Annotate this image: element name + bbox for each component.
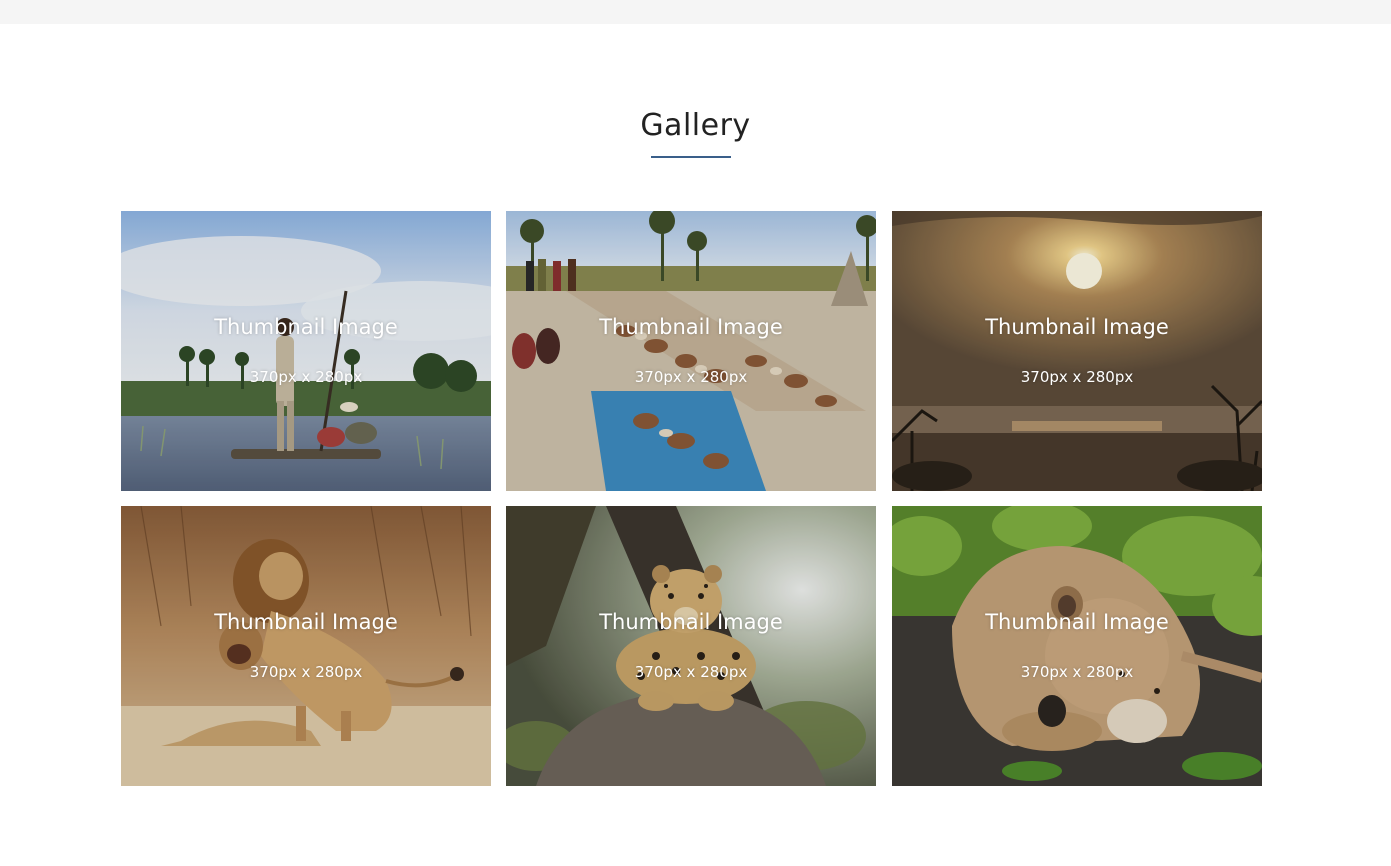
thumbnail-size: 370px x 280px: [634, 368, 748, 386]
thumbnail-title: Thumbnail Image: [214, 315, 398, 339]
thumbnail-title: Thumbnail Image: [599, 315, 783, 339]
thumbnail-title: Thumbnail Image: [599, 610, 783, 634]
thumbnail-size: 370px x 280px: [1020, 663, 1134, 681]
gallery-item-market[interactable]: Thumbnail Image 370px x 280px: [506, 211, 876, 491]
thumbnail-size: 370px x 280px: [634, 663, 748, 681]
thumbnail-title: Thumbnail Image: [985, 315, 1169, 339]
title-underline: [651, 156, 731, 158]
gallery-item-sunset[interactable]: Thumbnail Image 370px x 280px: [892, 211, 1262, 491]
gallery-title: Gallery: [640, 108, 751, 143]
gallery-item-canoe[interactable]: Thumbnail Image 370px x 280px: [121, 211, 491, 491]
thumbnail-title: Thumbnail Image: [985, 610, 1169, 634]
thumbnail-size: 370px x 280px: [249, 368, 363, 386]
top-bar: [0, 0, 1391, 24]
gallery-item-lions[interactable]: Thumbnail Image 370px x 280px: [121, 506, 491, 786]
thumbnail-size: 370px x 280px: [1020, 368, 1134, 386]
gallery-item-leopard[interactable]: Thumbnail Image 370px x 280px: [506, 506, 876, 786]
thumbnail-size: 370px x 280px: [249, 663, 363, 681]
thumbnail-title: Thumbnail Image: [214, 610, 398, 634]
gallery-item-lioness[interactable]: Thumbnail Image 370px x 280px: [892, 506, 1262, 786]
